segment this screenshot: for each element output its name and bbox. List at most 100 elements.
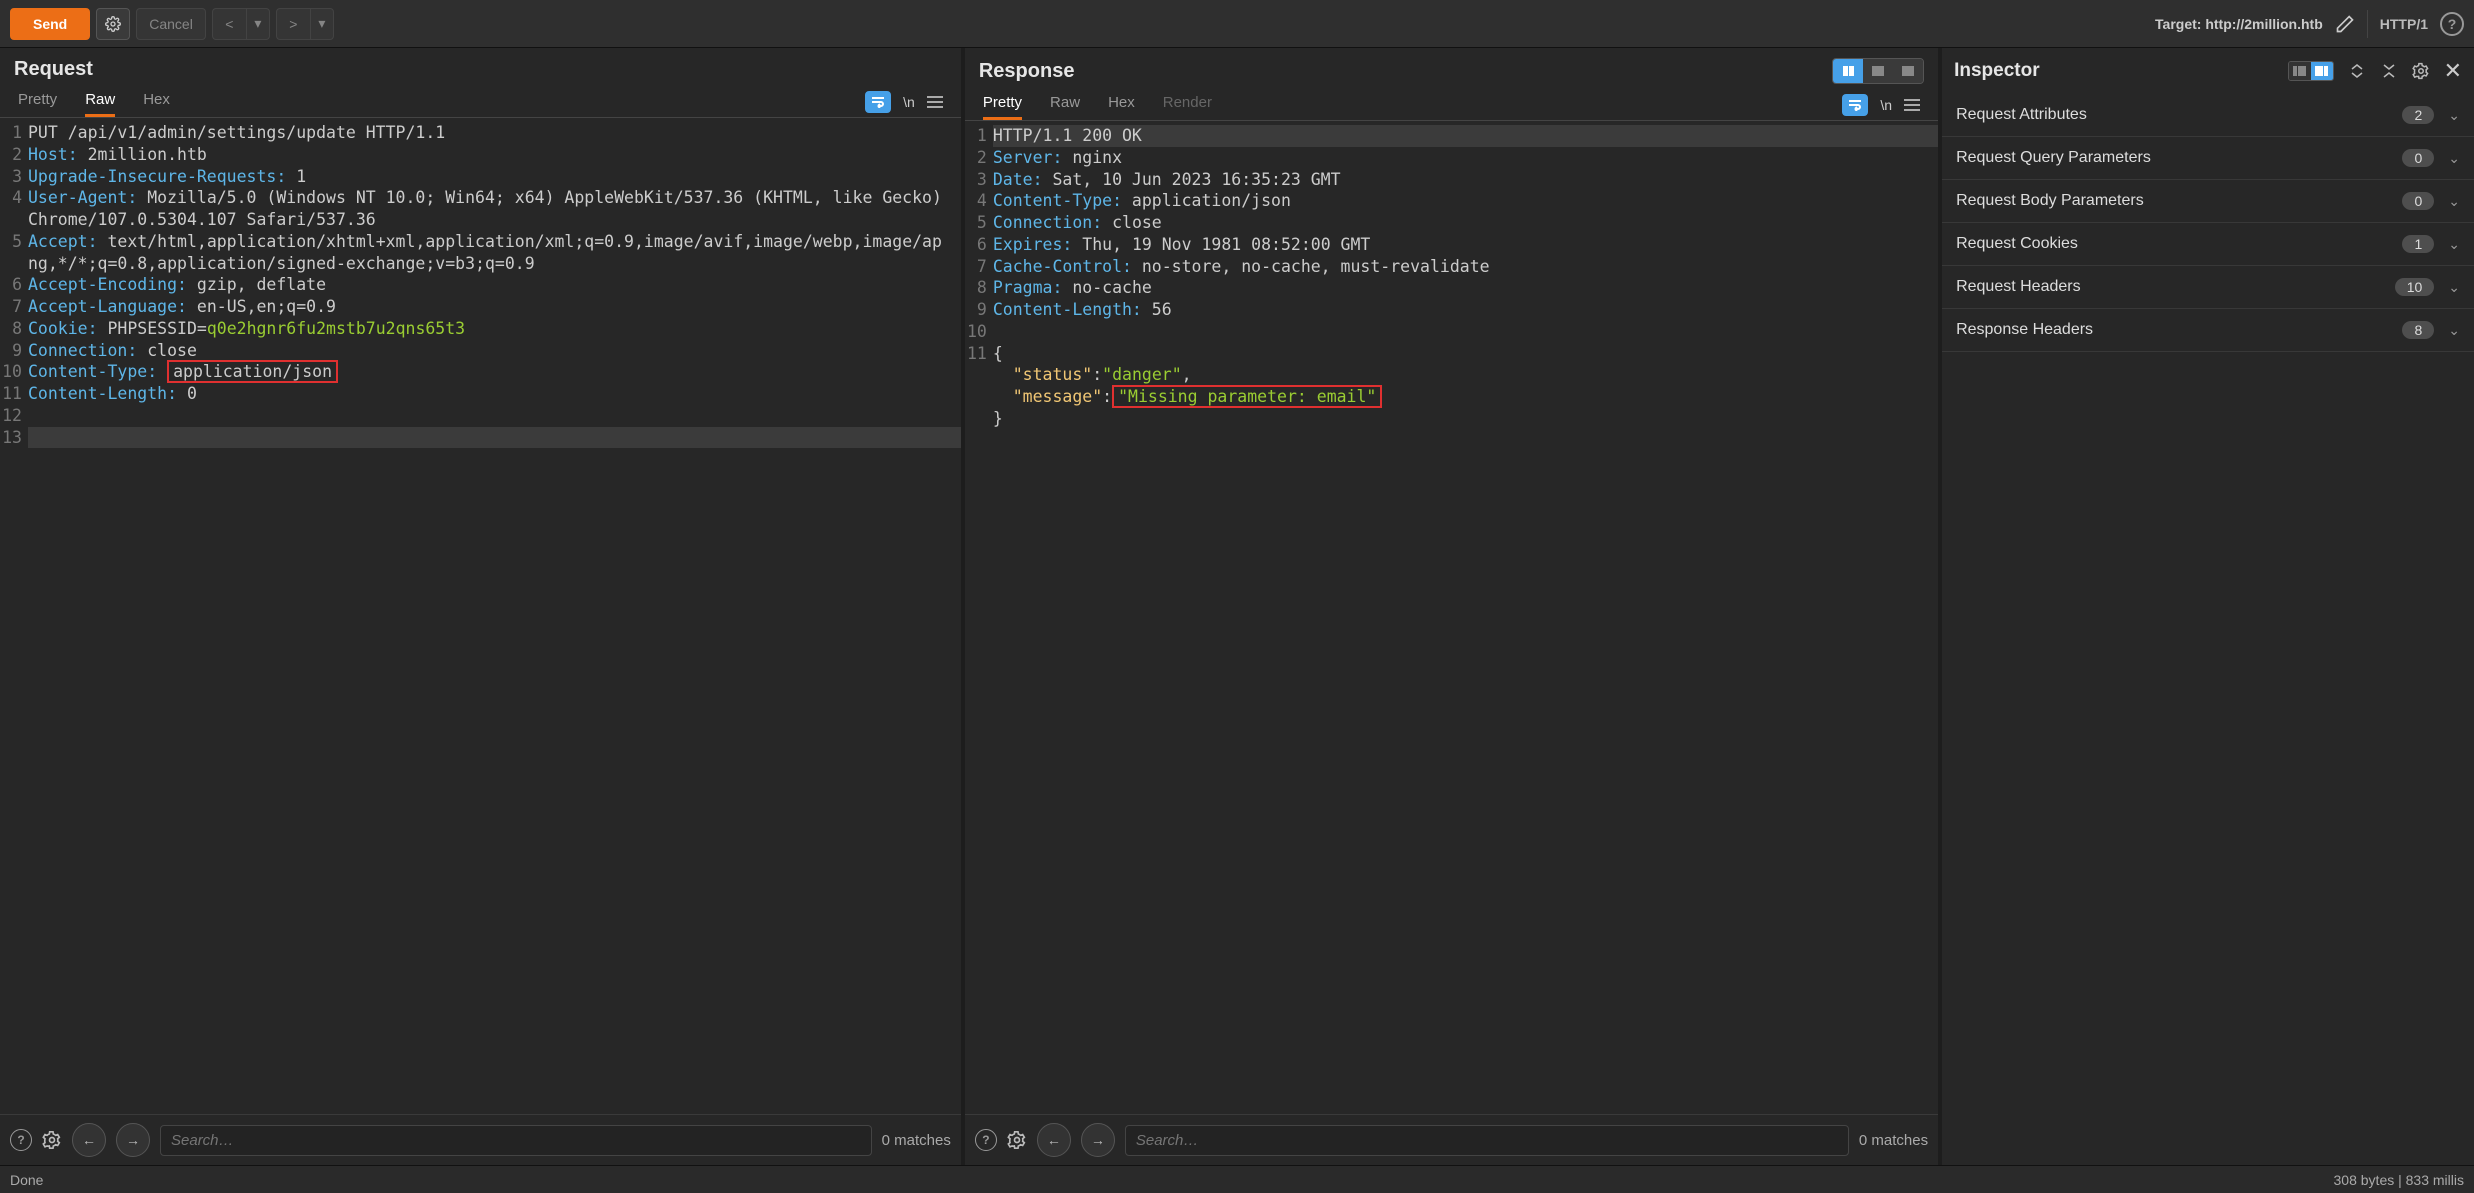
wrap-icon (1848, 99, 1862, 111)
code-line: 9Content-Length: 56 (965, 299, 1938, 321)
search-next-button[interactable]: → (1081, 1123, 1115, 1157)
history-back-menu[interactable]: ▾ (246, 8, 270, 40)
wrap-icon (871, 96, 885, 108)
search-prev-button[interactable]: ← (1037, 1123, 1071, 1157)
layout-left-icon[interactable] (2289, 62, 2311, 80)
inspector-row-label: Request Query Parameters (1956, 149, 2402, 167)
code-line: 10 (965, 321, 1938, 343)
response-editor[interactable]: 1HTTP/1.1 200 OK2Server: nginx3Date: Sat… (965, 121, 1938, 1114)
code-line: 10Content-Type: application/json (0, 361, 961, 383)
inspector-row[interactable]: Request Query Parameters0⌄ (1942, 137, 2474, 180)
gear-icon (42, 1130, 62, 1150)
caret-down-icon: ▾ (254, 15, 261, 32)
status-right: 308 bytes | 833 millis (2334, 1172, 2464, 1188)
search-next-button[interactable]: → (116, 1123, 150, 1157)
send-button[interactable]: Send (10, 8, 90, 40)
inspector-row[interactable]: Request Headers10 ⌄ (1942, 266, 2474, 309)
request-editor[interactable]: 1PUT /api/v1/admin/settings/update HTTP/… (0, 118, 961, 1114)
tab-pretty[interactable]: Pretty (983, 94, 1022, 120)
chevron-down-icon: ⌄ (2448, 236, 2460, 253)
code-line: 12 (0, 405, 961, 427)
code-line: "message":"Missing parameter: email" (965, 386, 1938, 408)
tab-raw[interactable]: Raw (85, 91, 115, 117)
code-line: 4User-Agent: Mozilla/5.0 (Windows NT 10.… (0, 187, 961, 231)
history-back-group: < ▾ (212, 8, 270, 40)
request-footer: ? ← → 0 matches (0, 1114, 961, 1165)
inspector-layout-toggle[interactable] (2288, 61, 2334, 81)
code-line: 6Accept-Encoding: gzip, deflate (0, 274, 961, 296)
inspector-settings-button[interactable] (2412, 62, 2430, 80)
inspector-row[interactable]: Request Cookies1 ⌄ (1942, 223, 2474, 266)
inspector-row-count: 10 (2395, 278, 2435, 296)
tab-hex[interactable]: Hex (143, 91, 170, 117)
history-forward-button[interactable]: > (276, 8, 310, 40)
history-forward-menu[interactable]: ▾ (310, 8, 334, 40)
history-back-button[interactable]: < (212, 8, 246, 40)
inspector-row[interactable]: Request Body Parameters0⌄ (1942, 180, 2474, 223)
code-line: 8Cookie: PHPSESSID=q0e2hgnr6fu2mstb7u2qn… (0, 318, 961, 340)
editor-menu[interactable] (1904, 99, 1920, 111)
inspector-row-count: 2 (2402, 106, 2434, 124)
editor-menu[interactable] (927, 96, 943, 108)
inspector-close-button[interactable]: ✕ (2444, 58, 2462, 84)
footer-help-button[interactable]: ? (975, 1129, 997, 1151)
gear-icon (1007, 1130, 1027, 1150)
request-title: Request (14, 58, 93, 81)
footer-settings-button[interactable] (1007, 1130, 1027, 1150)
chevron-down-icon: ⌄ (2448, 107, 2460, 124)
code-line: 5Accept: text/html,application/xhtml+xml… (0, 231, 961, 275)
inspector-row[interactable]: Response Headers8⌄ (1942, 309, 2474, 352)
help-button[interactable]: ? (2440, 12, 2464, 36)
footer-settings-button[interactable] (42, 1130, 62, 1150)
inspector-row[interactable]: Request Attributes2 ⌄ (1942, 94, 2474, 137)
code-line: 8Pragma: no-cache (965, 277, 1938, 299)
code-line: 3Upgrade-Insecure-Requests: 1 (0, 166, 961, 188)
chevron-down-icon: ⌄ (2448, 193, 2460, 210)
response-search-input[interactable] (1125, 1125, 1849, 1156)
wrap-toggle[interactable] (1842, 94, 1868, 116)
cancel-button[interactable]: Cancel (136, 8, 206, 40)
code-line: 3Date: Sat, 10 Jun 2023 16:35:23 GMT (965, 169, 1938, 191)
search-prev-button[interactable]: ← (72, 1123, 106, 1157)
inspector-row-label: Request Headers (1956, 278, 2395, 296)
tab-raw[interactable]: Raw (1050, 94, 1080, 120)
inspector-row-count: 1 (2402, 235, 2434, 253)
code-line: 1PUT /api/v1/admin/settings/update HTTP/… (0, 122, 961, 144)
request-match-count: 0 matches (882, 1132, 951, 1149)
code-line: 4Content-Type: application/json (965, 190, 1938, 212)
gear-icon (105, 16, 121, 32)
footer-help-button[interactable]: ? (10, 1129, 32, 1151)
divider (2367, 10, 2368, 38)
code-line: } (965, 408, 1938, 430)
request-search-input[interactable] (160, 1125, 872, 1156)
expand-all-button[interactable] (2348, 62, 2366, 80)
response-footer: ? ← → 0 matches (965, 1114, 1938, 1165)
layout-single-icon[interactable] (1893, 59, 1923, 83)
tab-render[interactable]: Render (1163, 94, 1212, 120)
inspector-row-count: 8 (2402, 321, 2434, 339)
wrap-toggle[interactable] (865, 91, 891, 113)
http-version-label[interactable]: HTTP/1 (2380, 16, 2428, 32)
chevron-down-icon: ⌄ (2448, 279, 2460, 296)
collapse-all-button[interactable] (2380, 62, 2398, 80)
response-match-count: 0 matches (1859, 1132, 1928, 1149)
history-forward-group: > ▾ (276, 8, 334, 40)
layout-split-icon[interactable] (1833, 59, 1863, 83)
layout-right-icon[interactable] (2311, 62, 2333, 80)
layout-mode-toggle[interactable] (1832, 58, 1924, 84)
inspector-pane: Inspector ✕ Request Attributes2⌄Request … (1942, 48, 2474, 1165)
tab-pretty[interactable]: Pretty (18, 91, 57, 117)
chevron-right-icon: > (289, 16, 297, 32)
inspector-row-label: Request Attributes (1956, 106, 2402, 124)
inspector-row-label: Request Cookies (1956, 235, 2402, 253)
edit-target-button[interactable] (2335, 14, 2355, 34)
pencil-icon (2335, 14, 2355, 34)
request-pane: Request Pretty Raw Hex \n 1PUT /api/v1/a… (0, 48, 965, 1165)
code-line: "status":"danger", (965, 364, 1938, 386)
inspector-rows: Request Attributes2 ⌄ Request Query Parame… (1942, 94, 2474, 352)
settings-button[interactable] (96, 8, 130, 40)
newline-toggle[interactable]: \n (903, 94, 915, 110)
newline-toggle[interactable]: \n (1880, 97, 1892, 113)
layout-stack-icon[interactable] (1863, 59, 1893, 83)
tab-hex[interactable]: Hex (1108, 94, 1135, 120)
